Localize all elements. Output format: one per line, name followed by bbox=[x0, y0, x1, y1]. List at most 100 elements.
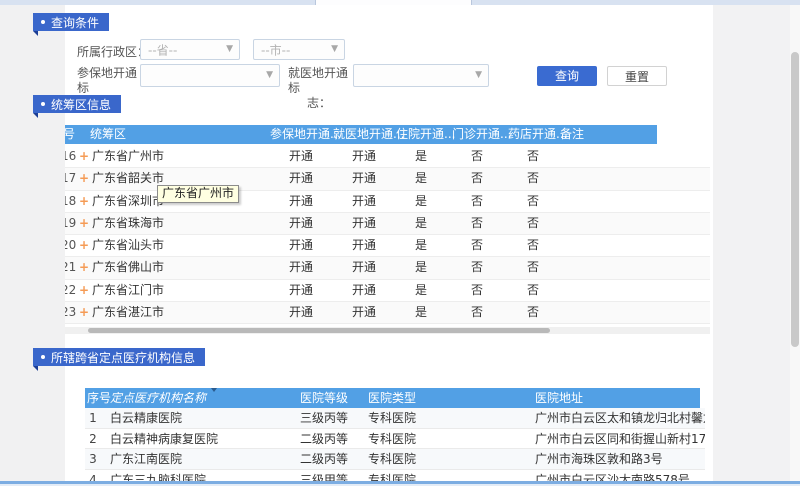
table-row[interactable]: 23 + 广东省湛江市 开通 开通 是 否 否 bbox=[65, 302, 710, 324]
treatment-open-flag: 开通 bbox=[333, 280, 395, 301]
pharmacy-open-flag: 否 bbox=[508, 257, 558, 278]
pooling-area-name: 广东省汕头市 bbox=[92, 235, 164, 256]
hospital-type: 专科医院 bbox=[368, 470, 416, 482]
sort-icon[interactable] bbox=[211, 388, 217, 392]
table-row[interactable]: 21 + 广东省佛山市 开通 开通 是 否 否 bbox=[65, 257, 710, 279]
expand-plus-icon[interactable]: + bbox=[79, 302, 89, 323]
app-screen: 查询条件 所属行政区： --省-- ▼ --市-- ▼ 参保地开通标志： ▼ 就… bbox=[0, 0, 800, 486]
pooling-area-name: 广东省广州市 bbox=[92, 146, 164, 167]
pooling-area-name: 广东省佛山市 bbox=[92, 257, 164, 278]
pharmacy-open-flag: 否 bbox=[508, 280, 558, 301]
pharmacy-open-flag: 否 bbox=[508, 302, 558, 323]
treatment-flag-label: 就医地开通标志： bbox=[288, 66, 350, 111]
table-row[interactable]: 20 + 广东省汕头市 开通 开通 是 否 否 bbox=[65, 235, 710, 257]
col-address: 医院地址 bbox=[535, 388, 583, 408]
search-button[interactable]: 查询 bbox=[537, 66, 597, 86]
treatment-flag-select[interactable]: ▼ bbox=[353, 64, 489, 87]
hospital-type: 专科医院 bbox=[368, 449, 416, 469]
table-row[interactable]: 1 白云精康医院 三级丙等 专科医院 广州市白云区太和镇龙归北村馨龙五... bbox=[85, 408, 705, 429]
row-number: 18 bbox=[65, 191, 76, 212]
reset-button[interactable]: 重置 bbox=[607, 66, 667, 86]
treatment-open-flag: 开通 bbox=[333, 191, 395, 212]
expand-plus-icon[interactable]: + bbox=[79, 213, 89, 234]
treatment-open-flag: 开通 bbox=[333, 235, 395, 256]
inpatient-open-flag: 是 bbox=[396, 257, 446, 278]
hospital-address: 广州市海珠区敦和路3号 bbox=[535, 449, 663, 469]
col-treatment: 就医地开通... bbox=[333, 125, 404, 144]
col-no: 序号 bbox=[87, 388, 111, 408]
hospital-address: 广州市白云区太和镇龙归北村馨龙五... bbox=[535, 408, 705, 428]
row-number: 2 bbox=[85, 429, 101, 449]
bullet-icon bbox=[41, 102, 45, 106]
col-grade: 医院等级 bbox=[300, 388, 348, 408]
pooling-table: 序号 统筹区 参保地开通... 就医地开通... 住院开通... 门诊开通...… bbox=[65, 125, 710, 334]
row-number: 17 bbox=[65, 168, 76, 189]
expand-plus-icon[interactable]: + bbox=[79, 191, 89, 212]
province-select[interactable]: --省-- ▼ bbox=[140, 39, 240, 60]
chevron-down-icon: ▼ bbox=[266, 70, 273, 80]
table-row[interactable]: 19 + 广东省珠海市 开通 开通 是 否 否 bbox=[65, 213, 710, 235]
treatment-open-flag: 开通 bbox=[333, 146, 395, 167]
pharmacy-open-flag: 否 bbox=[508, 168, 558, 189]
expand-plus-icon[interactable]: + bbox=[79, 235, 89, 256]
expand-plus-icon[interactable]: + bbox=[79, 257, 89, 278]
city-select[interactable]: --市-- ▼ bbox=[253, 39, 345, 60]
insured-open-flag: 开通 bbox=[270, 280, 332, 301]
row-number: 23 bbox=[65, 302, 76, 323]
section-header-pooling: 统筹区信息 bbox=[33, 95, 121, 113]
col-inpatient: 住院开通... bbox=[396, 125, 455, 144]
inpatient-open-flag: 是 bbox=[396, 146, 446, 167]
chevron-down-icon: ▼ bbox=[331, 44, 338, 54]
insured-open-flag: 开通 bbox=[270, 257, 332, 278]
outpatient-open-flag: 否 bbox=[452, 168, 502, 189]
bullet-icon bbox=[41, 355, 45, 359]
outpatient-open-flag: 否 bbox=[452, 235, 502, 256]
hospital-grade: 三级丙等 bbox=[300, 408, 348, 428]
hospital-name: 白云精神病康复医院 bbox=[110, 429, 218, 449]
table-row[interactable]: 2 白云精神病康复医院 二级丙等 专科医院 广州市白云区同和街握山新村17号 bbox=[85, 429, 705, 450]
city-placeholder: --市-- bbox=[261, 41, 290, 58]
row-tooltip: 广东省广州市 bbox=[157, 185, 239, 203]
horizontal-scrollbar-thumb[interactable] bbox=[88, 328, 550, 333]
outpatient-open-flag: 否 bbox=[452, 191, 502, 212]
hospitals-table: 序号 定点医疗机构名称 医院等级 医院类型 医院地址 1 白云精康医院 三级丙等… bbox=[85, 388, 705, 481]
row-number: 19 bbox=[65, 213, 76, 234]
row-number: 3 bbox=[85, 449, 101, 469]
table-row[interactable]: 3 广东江南医院 二级丙等 专科医院 广州市海珠区敦和路3号 bbox=[85, 449, 705, 470]
section-title: 所辖跨省定点医疗机构信息 bbox=[51, 349, 195, 366]
pharmacy-open-flag: 否 bbox=[508, 213, 558, 234]
inpatient-open-flag: 是 bbox=[396, 191, 446, 212]
inpatient-open-flag: 是 bbox=[396, 302, 446, 323]
inpatient-open-flag: 是 bbox=[396, 213, 446, 234]
expand-plus-icon[interactable]: + bbox=[79, 146, 89, 167]
province-placeholder: --省-- bbox=[148, 41, 177, 58]
pharmacy-open-flag: 否 bbox=[508, 146, 558, 167]
expand-plus-icon[interactable]: + bbox=[79, 280, 89, 301]
horizontal-scrollbar[interactable] bbox=[65, 327, 710, 334]
insured-flag-select[interactable]: ▼ bbox=[140, 64, 280, 87]
insured-open-flag: 开通 bbox=[270, 191, 332, 212]
col-area: 统筹区 bbox=[90, 125, 126, 144]
pharmacy-open-flag: 否 bbox=[508, 235, 558, 256]
table-row[interactable]: 4 广东三九脑科医院 三级甲等 专科医院 广州市白云区沙太南路578号 bbox=[85, 470, 705, 482]
hospital-type: 专科医院 bbox=[368, 429, 416, 449]
vertical-scrollbar-thumb[interactable] bbox=[791, 52, 799, 347]
table-row[interactable]: 16 + 广东省广州市 开通 开通 是 否 否 bbox=[65, 146, 710, 168]
insured-open-flag: 开通 bbox=[270, 302, 332, 323]
pooling-area-name: 广东省湛江市 bbox=[92, 302, 164, 323]
hospitals-table-body: 1 白云精康医院 三级丙等 专科医院 广州市白云区太和镇龙归北村馨龙五... 2… bbox=[85, 408, 705, 481]
col-hospital-name[interactable]: 定点医疗机构名称 bbox=[110, 388, 206, 408]
vertical-scrollbar[interactable] bbox=[790, 5, 800, 486]
col-type: 医院类型 bbox=[368, 388, 416, 408]
treatment-open-flag: 开通 bbox=[333, 213, 395, 234]
hospital-address: 广州市白云区同和街握山新村17号 bbox=[535, 429, 705, 449]
inpatient-open-flag: 是 bbox=[396, 235, 446, 256]
expand-plus-icon[interactable]: + bbox=[79, 168, 89, 189]
chevron-down-icon: ▼ bbox=[226, 44, 233, 54]
section-header-query: 查询条件 bbox=[33, 13, 109, 31]
table-row[interactable]: 22 + 广东省江门市 开通 开通 是 否 否 bbox=[65, 280, 710, 302]
right-gutter bbox=[713, 5, 790, 486]
hospital-name: 广东江南医院 bbox=[110, 449, 182, 469]
col-seq: 序号 bbox=[65, 125, 75, 144]
row-number: 4 bbox=[85, 470, 101, 482]
